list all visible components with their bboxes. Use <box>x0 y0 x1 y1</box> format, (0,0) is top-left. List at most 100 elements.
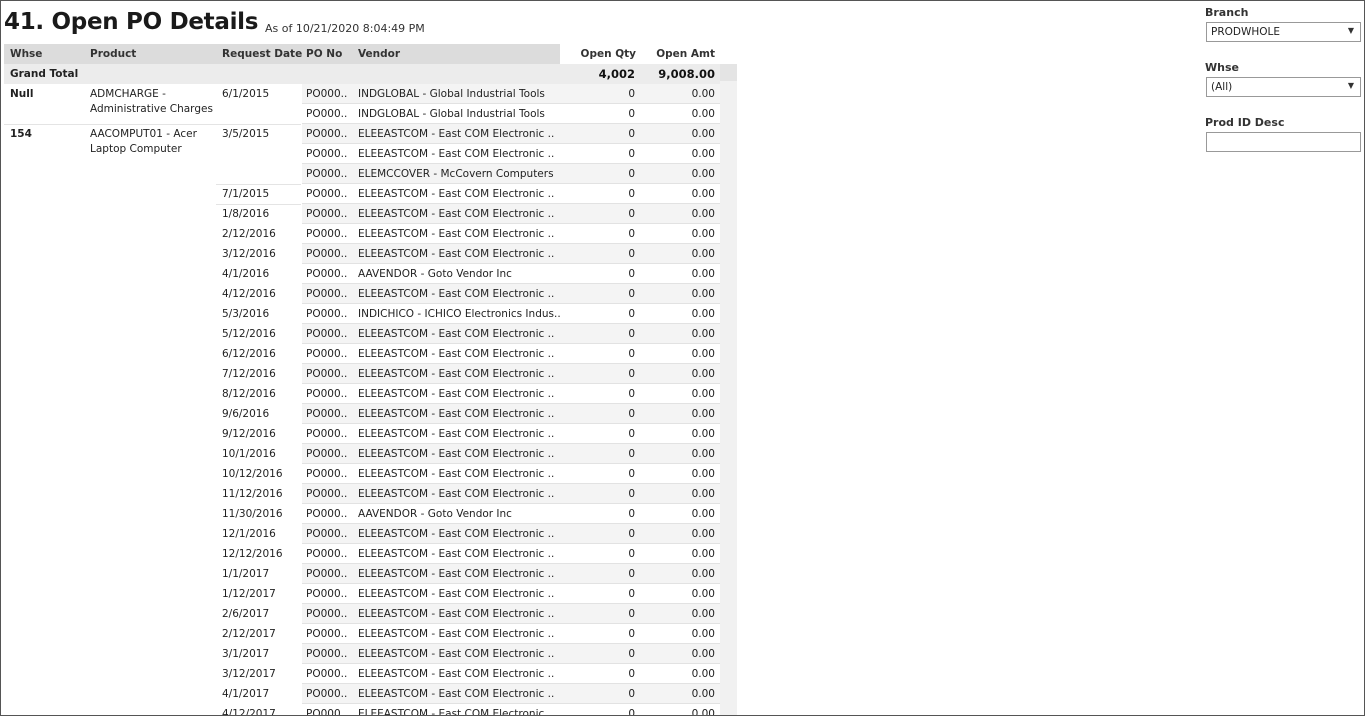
request-date-cell: 2/6/2017 <box>222 608 270 620</box>
chevron-down-icon[interactable]: ▼ <box>1348 26 1354 35</box>
table-row[interactable]: 7/12/2016 PO000.. ELEEASTCOM - East COM El… <box>1 364 721 384</box>
table-row[interactable]: 5/3/2016 PO000.. INDICHICO - ICHICO Electr… <box>1 304 721 324</box>
table-row[interactable]: 1/12/2017 PO000.. ELEEASTCOM - East COM El… <box>1 584 721 604</box>
table-row[interactable]: 2/12/2017 PO000.. ELEEASTCOM - East COM El… <box>1 624 721 644</box>
chevron-down-icon[interactable]: ▼ <box>1348 81 1354 90</box>
grand-total-open-amt: 9,008.00 <box>658 67 715 81</box>
table-row[interactable]: 6/1/2015 PO000.. INDGLOBAL - Global Indust… <box>1 84 721 104</box>
table-row[interactable]: 4/12/2016 PO000.. ELEEASTCOM - East COM El… <box>1 284 721 304</box>
table-row[interactable]: PO000.. ELEMCCOVER - McCovern Computers 0 0… <box>1 164 721 184</box>
table-row[interactable]: PO000.. ELEEASTCOM - East COM Electronic … <box>1 144 721 164</box>
request-date-cell: 7/1/2015 <box>222 188 270 200</box>
table-row[interactable]: 9/12/2016 PO000.. ELEEASTCOM - East COM El… <box>1 424 721 444</box>
col-header-whse[interactable]: Whse <box>10 48 42 60</box>
table-row[interactable]: 10/12/2016 PO000.. ELEEASTCOM - East COM E… <box>1 464 721 484</box>
branch-filter-select[interactable]: PRODWHOLE ▼ <box>1206 22 1361 42</box>
grand-total-label: Grand Total <box>10 68 79 80</box>
open-qty-cell: 0 <box>628 88 635 100</box>
table-row[interactable]: 12/1/2016 PO000.. ELEEASTCOM - East COM El… <box>1 524 721 544</box>
po-number-cell: PO000.. <box>306 448 348 460</box>
po-number-cell: PO000.. <box>306 308 348 320</box>
col-header-vendor[interactable]: Vendor <box>358 48 400 60</box>
open-qty-cell: 0 <box>628 328 635 340</box>
vendor-cell: AAVENDOR - Goto Vendor Inc <box>358 268 512 280</box>
vendor-cell: ELEEASTCOM - East COM Electronic .. <box>358 648 555 660</box>
request-date-cell: 8/12/2016 <box>222 388 276 400</box>
open-amt-cell: 0.00 <box>691 328 715 340</box>
request-date-cell: 6/12/2016 <box>222 348 276 360</box>
table-row[interactable]: 2/6/2017 PO000.. ELEEASTCOM - East COM Ele… <box>1 604 721 624</box>
vertical-scrollbar[interactable] <box>720 64 737 715</box>
request-date-cell: 1/8/2016 <box>222 208 270 220</box>
vendor-cell: INDGLOBAL - Global Industrial Tools <box>358 88 545 100</box>
vendor-cell: INDGLOBAL - Global Industrial Tools <box>358 108 545 120</box>
scrollbar-thumb[interactable] <box>720 64 737 81</box>
table-row[interactable]: 4/12/2017 PO000.. ELEEASTCOM - East COM El… <box>1 704 721 716</box>
table-row[interactable]: 3/1/2017 PO000.. ELEEASTCOM - East COM Ele… <box>1 644 721 664</box>
whse-filter-select[interactable]: (All) ▼ <box>1206 77 1361 97</box>
open-qty-cell: 0 <box>628 588 635 600</box>
open-qty-cell: 0 <box>628 448 635 460</box>
table-row[interactable]: 4/1/2017 PO000.. ELEEASTCOM - East COM Ele… <box>1 684 721 704</box>
table-row[interactable]: 3/5/2015 PO000.. ELEEASTCOM - East COM Ele… <box>1 124 721 144</box>
request-date-cell: 1/12/2017 <box>222 588 276 600</box>
open-amt-cell: 0.00 <box>691 568 715 580</box>
table-row[interactable]: 11/12/2016 PO000.. ELEEASTCOM - East COM E… <box>1 484 721 504</box>
table-row[interactable]: 7/1/2015 PO000.. ELEEASTCOM - East COM Ele… <box>1 184 721 204</box>
open-amt-cell: 0.00 <box>691 348 715 360</box>
open-qty-cell: 0 <box>628 208 635 220</box>
open-qty-cell: 0 <box>628 508 635 520</box>
open-amt-cell: 0.00 <box>691 148 715 160</box>
col-header-product[interactable]: Product <box>90 48 136 60</box>
table-row[interactable]: 3/12/2016 PO000.. ELEEASTCOM - East COM El… <box>1 244 721 264</box>
table-row[interactable]: 1/1/2017 PO000.. ELEEASTCOM - East COM Ele… <box>1 564 721 584</box>
open-qty-cell: 0 <box>628 168 635 180</box>
open-qty-cell: 0 <box>628 368 635 380</box>
po-number-cell: PO000.. <box>306 488 348 500</box>
as-of-timestamp: As of 10/21/2020 8:04:49 PM <box>265 22 425 35</box>
po-number-cell: PO000.. <box>306 348 348 360</box>
open-qty-cell: 0 <box>628 248 635 260</box>
table-row[interactable]: 3/12/2017 PO000.. ELEEASTCOM - East COM El… <box>1 664 721 684</box>
open-qty-cell: 0 <box>628 388 635 400</box>
table-row[interactable]: 4/1/2016 PO000.. AAVENDOR - Goto Vendor In… <box>1 264 721 284</box>
table-row[interactable]: 6/12/2016 PO000.. ELEEASTCOM - East COM El… <box>1 344 721 364</box>
request-date-cell: 12/1/2016 <box>222 528 276 540</box>
request-date-cell: 9/6/2016 <box>222 408 270 420</box>
grand-total-open-qty: 4,002 <box>598 67 635 81</box>
table-row[interactable]: 2/12/2016 PO000.. ELEEASTCOM - East COM El… <box>1 224 721 244</box>
request-date-cell: 3/12/2016 <box>222 248 276 260</box>
table-row[interactable]: PO000.. INDGLOBAL - Global Industrial Too… <box>1 104 721 124</box>
table-row[interactable]: 9/6/2016 PO000.. ELEEASTCOM - East COM Ele… <box>1 404 721 424</box>
col-header-open-amt[interactable]: Open Amt <box>641 48 715 60</box>
col-header-open-qty[interactable]: Open Qty <box>561 48 636 60</box>
open-amt-cell: 0.00 <box>691 588 715 600</box>
open-qty-cell: 0 <box>628 348 635 360</box>
open-amt-cell: 0.00 <box>691 388 715 400</box>
table-row[interactable]: 5/12/2016 PO000.. ELEEASTCOM - East COM El… <box>1 324 721 344</box>
open-qty-cell: 0 <box>628 488 635 500</box>
table-row[interactable]: 12/12/2016 PO000.. ELEEASTCOM - East COM E… <box>1 544 721 564</box>
request-date-cell: 4/12/2017 <box>222 708 276 716</box>
page-title: 41. Open PO Details <box>4 9 259 35</box>
request-date-cell: 1/1/2017 <box>222 568 270 580</box>
request-date-cell: 3/5/2015 <box>222 128 270 140</box>
vendor-cell: ELEEASTCOM - East COM Electronic .. <box>358 688 555 700</box>
po-number-cell: PO000.. <box>306 108 348 120</box>
col-header-po-no[interactable]: PO No <box>306 48 342 60</box>
col-header-request-date[interactable]: Request Date <box>222 48 302 60</box>
table-row[interactable]: 10/1/2016 PO000.. ELEEASTCOM - East COM El… <box>1 444 721 464</box>
request-date-cell: 4/1/2017 <box>222 688 270 700</box>
request-date-cell: 2/12/2017 <box>222 628 276 640</box>
request-date-cell: 4/1/2016 <box>222 268 270 280</box>
po-number-cell: PO000.. <box>306 328 348 340</box>
prod-id-desc-input[interactable] <box>1206 132 1361 152</box>
open-qty-cell: 0 <box>628 648 635 660</box>
table-row[interactable]: 8/12/2016 PO000.. ELEEASTCOM - East COM El… <box>1 384 721 404</box>
table-row[interactable]: 1/8/2016 PO000.. ELEEASTCOM - East COM Ele… <box>1 204 721 224</box>
table-row[interactable]: 11/30/2016 PO000.. AAVENDOR - Goto Vendor … <box>1 504 721 524</box>
vendor-cell: ELEEASTCOM - East COM Electronic .. <box>358 428 555 440</box>
open-qty-cell: 0 <box>628 228 635 240</box>
open-amt-cell: 0.00 <box>691 688 715 700</box>
vendor-cell: ELEEASTCOM - East COM Electronic .. <box>358 528 555 540</box>
